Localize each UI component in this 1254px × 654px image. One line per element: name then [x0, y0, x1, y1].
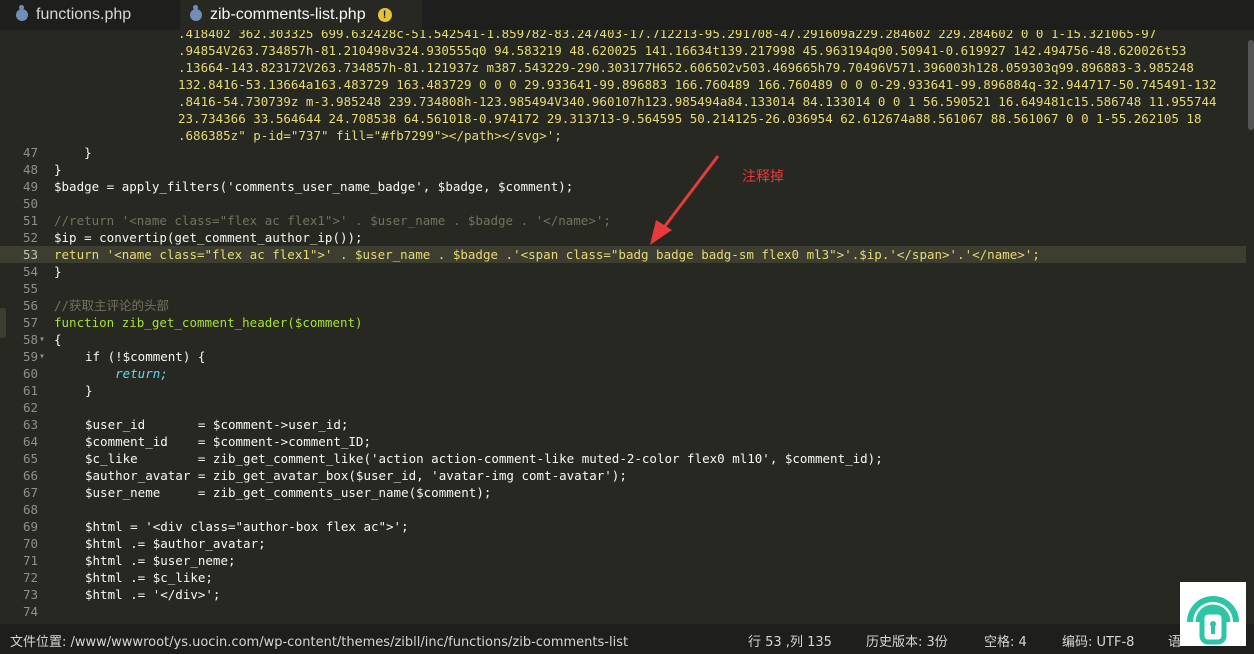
- code-line: $html = '<div class="author-box flex ac"…: [85, 519, 409, 534]
- code-line-commented: //return '<name class="flex ac flex1">' …: [54, 213, 611, 228]
- line-number: 49: [22, 179, 38, 194]
- history-versions[interactable]: 历史版本: 3份: [866, 631, 948, 650]
- line-number-current: 53: [22, 247, 38, 262]
- code-line: $html .= $user_neme;: [85, 553, 236, 568]
- code-line: return;: [85, 366, 168, 381]
- line-number: 52: [22, 230, 38, 245]
- line-number: 72: [22, 570, 38, 585]
- line-number: 55: [22, 281, 38, 296]
- fold-chevron-icon[interactable]: ▾: [39, 348, 45, 365]
- line-number: 68: [22, 502, 38, 517]
- code-line: }: [85, 383, 93, 398]
- scrollbar-thumb[interactable]: [1248, 40, 1254, 130]
- line-number: 70: [22, 536, 38, 551]
- line-number: 51: [22, 213, 38, 228]
- annotation-arrow-icon: [650, 155, 720, 245]
- code-line: }: [54, 162, 62, 177]
- warning-icon[interactable]: !: [377, 8, 392, 22]
- line-number: 62: [22, 400, 38, 415]
- code-wrap-line: 132.8416-53.13664a163.483729 163.483729 …: [178, 77, 1217, 92]
- line-number: 50: [22, 196, 38, 211]
- line-number: 71: [22, 553, 38, 568]
- annotation-label: 注释掉: [742, 169, 784, 185]
- code-editor[interactable]: .418402 362.303325 699.632428c-51.542541…: [0, 30, 1254, 624]
- line-number: 59: [22, 349, 38, 364]
- status-bar: 文件位置: /www/wwwroot/ys.uocin.com/wp-conte…: [0, 624, 1254, 654]
- line-number: 74: [22, 604, 38, 619]
- line-number: 73: [22, 587, 38, 602]
- line-number: 60: [22, 366, 38, 381]
- line-number: 66: [22, 468, 38, 483]
- line-number: 69: [22, 519, 38, 534]
- code-line: $user_id = $comment->user_id;: [85, 417, 349, 432]
- code-line: if (!$comment) {: [85, 349, 206, 364]
- tab-zib-comments-list-php[interactable]: zib-comments-list.php !: [180, 0, 422, 30]
- line-number: 54: [22, 264, 38, 279]
- line-number: 67: [22, 485, 38, 500]
- code-line: $user_neme = zib_get_comments_user_name(…: [85, 485, 492, 500]
- file-encoding[interactable]: 编码: UTF-8: [1062, 631, 1134, 650]
- tab-bar: functions.php zib-comments-list.php !: [0, 0, 1254, 30]
- line-number: 61: [22, 383, 38, 398]
- code-wrap-line: .13664-143.823172V263.734857h-81.121937z…: [178, 60, 1194, 75]
- code-line: $html .= '</div>';: [85, 587, 221, 602]
- code-line: $c_like = zib_get_comment_like('action a…: [85, 451, 883, 466]
- code-wrap-line: .686385z" p-id="737" fill="#fb7299"></pa…: [178, 128, 562, 143]
- code-line: $html .= $c_like;: [85, 570, 213, 585]
- cursor-position[interactable]: 行 53 ,列 135: [748, 631, 832, 650]
- code-comment: //获取主评论的头部: [54, 298, 170, 313]
- line-number: 48: [22, 162, 38, 177]
- watermark-logo-icon: [1180, 582, 1246, 646]
- code-line: $comment_id = $comment->comment_ID;: [85, 434, 371, 449]
- code-wrap-line: .94854V263.734857h-81.210498v324.930555q…: [178, 43, 1187, 58]
- fold-chevron-icon[interactable]: ▾: [39, 331, 45, 348]
- code-line: $author_avatar = zib_get_avatar_box($use…: [85, 468, 627, 483]
- code-wrap-line: .8416-54.730739z m-3.985248 239.734808h-…: [178, 94, 1217, 109]
- code-wrap-line: 23.734366 33.564644 24.708538 64.561018-…: [178, 111, 1202, 126]
- line-number: 47: [22, 145, 38, 160]
- line-number: 63: [22, 417, 38, 432]
- code-line: {: [54, 332, 62, 347]
- code-line: $ip = convertip(get_comment_author_ip())…: [54, 230, 363, 245]
- tab-label: zib-comments-list.php: [210, 6, 366, 23]
- code-line: $badge = apply_filters('comments_user_na…: [54, 179, 574, 194]
- php-file-icon: [190, 5, 202, 21]
- line-number: 64: [22, 434, 38, 449]
- code-wrap-line: .418402 362.303325 699.632428c-51.542541…: [178, 30, 1157, 41]
- code-line: $html .= $author_avatar;: [85, 536, 266, 551]
- vertical-scrollbar[interactable]: [1246, 30, 1254, 624]
- code-line: }: [54, 264, 62, 279]
- indent-spaces[interactable]: 空格: 4: [984, 631, 1027, 650]
- code-line: }: [54, 145, 92, 160]
- code-function-def: function zib_get_comment_header($comment…: [54, 315, 363, 330]
- code-line-current: return '<name class="flex ac flex1">' . …: [54, 247, 1040, 262]
- line-number: 65: [22, 451, 38, 466]
- side-panel-handle[interactable]: [0, 308, 6, 338]
- tab-label: functions.php: [36, 6, 132, 23]
- tab-functions-php[interactable]: functions.php: [16, 0, 166, 30]
- php-file-icon: [16, 5, 28, 21]
- file-path[interactable]: 文件位置: /www/wwwroot/ys.uocin.com/wp-conte…: [10, 631, 628, 650]
